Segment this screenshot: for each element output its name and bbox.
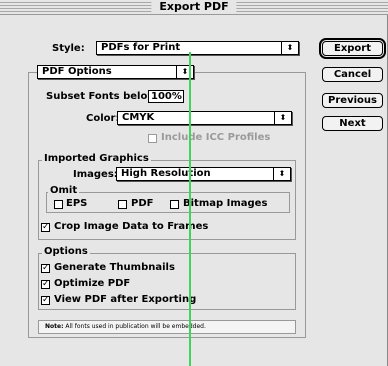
images-popup[interactable]: High Resolution ⬍ [116,167,291,181]
thumbnails-checkbox[interactable]: ✓ [41,264,50,273]
crop-checkbox[interactable]: ✓ [41,223,50,232]
pdf-label: PDF [131,198,154,209]
title-bar[interactable]: Export PDF [0,0,388,15]
bitmap-checkbox[interactable] [170,200,179,209]
subset-fonts-label: Subset Fonts below: [46,91,161,102]
export-pdf-dialog: Export PDF Style: PDFs for Print ⬍ Expor… [0,0,388,366]
bitmap-label: Bitmap Images [183,198,268,209]
style-popup[interactable]: PDFs for Print ⬍ [96,41,299,55]
dialog-title: Export PDF [151,0,237,14]
eps-label: EPS [66,198,88,209]
imported-graphics-title: Imported Graphics [42,153,151,164]
subset-fonts-field[interactable]: 100% [148,90,184,103]
cancel-button[interactable]: Cancel [322,67,383,82]
images-label: Images: [73,169,118,180]
style-value: PDFs for Print [101,42,181,53]
previous-button[interactable]: Previous [322,93,383,108]
note-bold: Note: [45,323,64,330]
optimize-checkbox[interactable]: ✓ [41,280,50,289]
options-title: Options [42,246,90,257]
updown-arrows-icon: ⬍ [281,42,298,54]
export-button[interactable]: Export [319,38,386,59]
eps-checkbox[interactable] [54,200,63,209]
color-value: CMYK [122,112,155,123]
green-guide-line [189,52,191,366]
omit-title: Omit [48,185,80,196]
view-pdf-label: View PDF after Exporting [54,294,197,305]
images-value: High Resolution [121,168,211,179]
pdf-checkbox[interactable] [118,200,127,209]
next-button[interactable]: Next [322,116,383,131]
thumbnails-label: Generate Thumbnails [54,262,175,273]
style-label: Style: [52,43,85,54]
note-text: All fonts used in publication will be em… [65,323,206,330]
panel-value: PDF Options [42,66,112,77]
note-box: Note: All fonts used in publication will… [38,320,296,334]
color-label: Color: [86,113,120,124]
optimize-label: Optimize PDF [54,278,131,289]
view-pdf-checkbox[interactable]: ✓ [41,296,50,305]
icc-label: Include ICC Profiles [161,132,271,143]
panel-popup[interactable]: PDF Options ⬍ [37,65,194,79]
color-popup[interactable]: CMYK ⬍ [117,111,292,125]
crop-label: Crop Image Data to Frames [54,221,209,232]
updown-arrows-icon: ⬍ [274,112,291,124]
updown-arrows-icon: ⬍ [273,168,290,180]
icc-checkbox[interactable] [148,134,157,143]
